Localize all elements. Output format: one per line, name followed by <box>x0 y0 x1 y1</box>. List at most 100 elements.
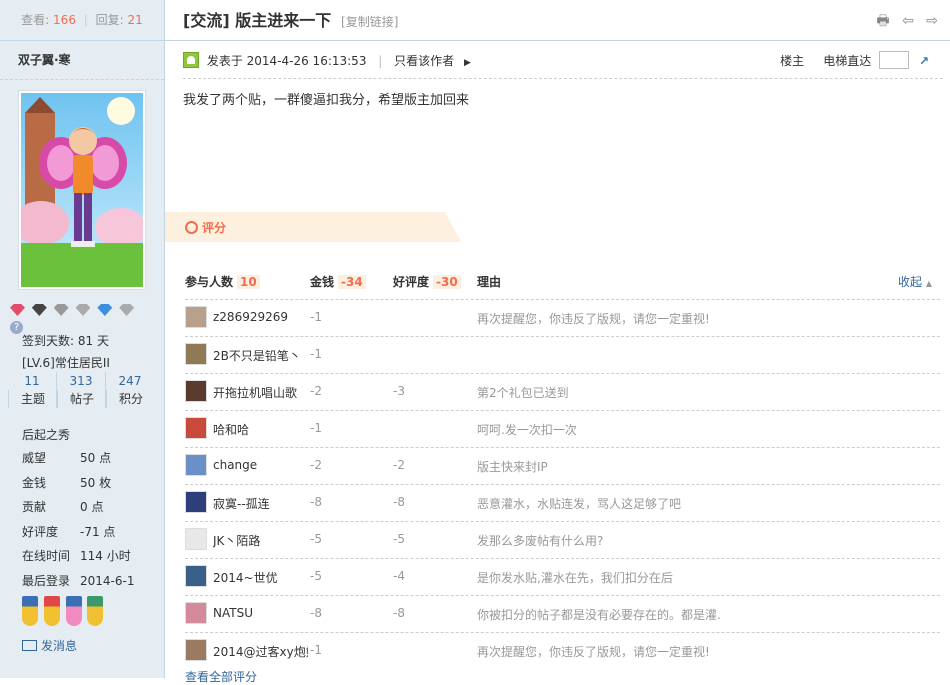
rater-name[interactable]: 2B不只是铅笔丶 <box>213 347 308 364</box>
reason-header: 理由 <box>477 275 502 289</box>
copy-link-button[interactable]: [复制链接] <box>341 15 398 29</box>
reason-text: 再次提醒您，你违反了版规，请您一定重视! <box>477 312 710 326</box>
author-name[interactable]: 双子翼·寒 <box>0 41 164 80</box>
view-all-ratings-link[interactable]: 查看全部评分 <box>185 668 257 685</box>
badge-icon[interactable] <box>22 596 38 626</box>
rater-name[interactable]: 寂寞--孤连 <box>213 495 308 512</box>
collapse-button[interactable]: 收起 ▲ <box>898 272 932 294</box>
reason-text: 第2个礼包已送到 <box>477 386 569 400</box>
participants-header: 参与人数 10 <box>185 272 260 292</box>
rating-row: JK丶陌路 -5 -5 发那么多废帖有什么用? <box>185 521 940 558</box>
rater-name[interactable]: JK丶陌路 <box>213 532 308 549</box>
detail-row: 威望 50 点 <box>22 451 112 465</box>
rating-row: 开拖拉机唱山歌 -2 -3 第2个礼包已送到 <box>185 373 940 410</box>
reason-text: 再次提醒您，你违反了版规，请您一定重视! <box>477 645 710 659</box>
counter-points[interactable]: 247 积分 <box>105 372 154 408</box>
detail-row: 金钱 50 枚 <box>22 475 112 490</box>
rater-name[interactable]: NATSU <box>213 606 308 620</box>
user-group[interactable]: 后起之秀 <box>22 424 70 446</box>
only-author-link[interactable]: 只看该作者 <box>394 54 454 68</box>
floor-jump-input[interactable] <box>879 51 910 69</box>
author-sidebar: 查看: 166 | 回复: 21 双子翼·寒 ? 签到天数: 81 天 [LV.… <box>0 0 165 678</box>
medal-icon <box>75 304 91 316</box>
post-content: 我发了两个贴，一群傻逼扣我分，希望版主加回来 <box>183 93 470 108</box>
thread-title: [交流] 版主进来一下 <box>183 11 332 30</box>
rating-row: 2014@过客xy炮姐 -1 再次提醒您，你违反了版规，请您一定重视! <box>185 632 940 669</box>
reputation-value: -4 <box>393 569 405 583</box>
rater-name[interactable]: 2014@过客xy炮姐 <box>213 643 308 660</box>
money-header: 金钱 -34 <box>310 272 366 292</box>
floor-controls: 楼主 电梯直达 ↗ <box>780 50 929 72</box>
rank-medals: ? <box>10 304 156 334</box>
reputation-header: 好评度 -30 <box>393 272 461 292</box>
rater-name[interactable]: 哈和哈 <box>213 421 308 438</box>
circle-icon <box>185 221 198 234</box>
rating-list: z286929269 -1 再次提醒您，你违反了版规，请您一定重视! 2B不只是铅笔丶… <box>185 299 940 669</box>
author-avatar[interactable] <box>18 90 146 290</box>
reputation-value: -8 <box>393 606 405 620</box>
views-count: 166 <box>53 13 76 27</box>
send-message-link[interactable]: 发消息 <box>22 637 77 654</box>
detail-row: 贡献 0 点 <box>22 500 104 514</box>
rating-row: change -2 -2 版主快来封IP <box>185 447 940 484</box>
author-details: 威望 50 点 金钱 50 枚 贡献 0 点 好评度 -71 点 在线时间 114 小时 … <box>22 446 134 593</box>
rater-name[interactable]: 开拖拉机唱山歌 <box>213 384 308 401</box>
badge-icon[interactable] <box>43 596 60 626</box>
replies-label: 回复: <box>95 13 124 27</box>
medal-icon <box>31 304 47 316</box>
rater-name[interactable]: 2014~世优 <box>213 569 308 586</box>
rater-avatar[interactable] <box>185 639 207 661</box>
honor-badges <box>22 596 112 630</box>
rater-name[interactable]: z286929269 <box>213 310 308 324</box>
money-value: -5 <box>310 532 322 546</box>
money-value: -5 <box>310 569 322 583</box>
rating-row: z286929269 -1 再次提醒您，你违反了版规，请您一定重视! <box>185 299 940 336</box>
thread-title-bar: [交流] 版主进来一下 [复制链接] 🖶 ⇦ ⇨ <box>165 0 950 41</box>
money-value: -1 <box>310 643 322 657</box>
rating-banner: 评分 <box>165 212 461 242</box>
detail-row: 在线时间 114 小时 <box>22 549 131 563</box>
rating-row: 寂寞--孤连 -8 -8 恶意灌水，水贴连发，骂人这足够了吧 <box>185 484 940 521</box>
rater-avatar[interactable] <box>185 565 207 587</box>
rater-avatar[interactable] <box>185 380 207 402</box>
medal-icon <box>119 304 135 316</box>
counter-threads[interactable]: 11 主题 <box>8 372 56 408</box>
reason-text: 恶意灌水，水贴连发，骂人这足够了吧 <box>477 497 682 511</box>
rater-avatar[interactable] <box>185 343 207 365</box>
jump-go-icon[interactable]: ↗ <box>919 54 929 68</box>
rater-avatar[interactable] <box>185 491 207 513</box>
rating-row: 2014~世优 -5 -4 是你发水贴,灌水在先，我们扣分在后 <box>185 558 940 595</box>
rater-avatar[interactable] <box>185 528 207 550</box>
print-prev-next-icons[interactable]: 🖶 ⇦ ⇨ <box>876 0 942 42</box>
rater-name[interactable]: change <box>213 458 308 472</box>
rating-row: 哈和哈 -1 呵呵.发一次扣一次 <box>185 410 940 447</box>
rater-avatar[interactable] <box>185 417 207 439</box>
money-value: -8 <box>310 495 322 509</box>
forum-thread-page: 查看: 166 | 回复: 21 双子翼·寒 ? 签到天数: 81 天 [LV.… <box>0 0 950 684</box>
detail-row: 好评度 -71 点 <box>22 524 116 539</box>
rater-avatar[interactable] <box>185 454 207 476</box>
medal-icon <box>53 304 69 316</box>
medal-icon <box>97 304 113 316</box>
reason-text: 是你发水贴,灌水在先，我们扣分在后 <box>477 571 673 585</box>
reputation-value: -2 <box>393 458 405 472</box>
medal-icon <box>10 304 25 316</box>
envelope-icon <box>22 640 37 651</box>
rater-avatar[interactable] <box>185 306 207 328</box>
badge-icon[interactable] <box>87 596 104 626</box>
rating-header: 参与人数 10 金钱 -34 好评度 -30 理由 收起 ▲ <box>185 272 940 292</box>
reason-text: 你被扣分的帖子都是没有必要存在的。都是灌. <box>477 608 721 622</box>
signin-days: 签到天数: 81 天 <box>22 334 109 348</box>
badge-icon[interactable] <box>65 596 82 626</box>
post-time: 发表于 2014-4-26 16:13:53 <box>206 54 367 68</box>
counter-posts[interactable]: 313 帖子 <box>56 372 105 408</box>
rater-avatar[interactable] <box>185 602 207 624</box>
user-level[interactable]: [LV.6]常住居民II <box>22 352 110 374</box>
rating-row: NATSU -8 -8 你被扣分的帖子都是没有必要存在的。都是灌. <box>185 595 940 632</box>
triangle-up-icon: ▲ <box>925 279 932 288</box>
views-label: 查看: <box>21 13 50 27</box>
rating-row: 2B不只是铅笔丶 -1 <box>185 336 940 373</box>
author-info: 签到天数: 81 天 [LV.6]常住居民II <box>22 330 110 374</box>
money-value: -1 <box>310 347 322 361</box>
post-area: [交流] 版主进来一下 [复制链接] 🖶 ⇦ ⇨ 发表于 2014-4-26 1… <box>165 0 950 684</box>
